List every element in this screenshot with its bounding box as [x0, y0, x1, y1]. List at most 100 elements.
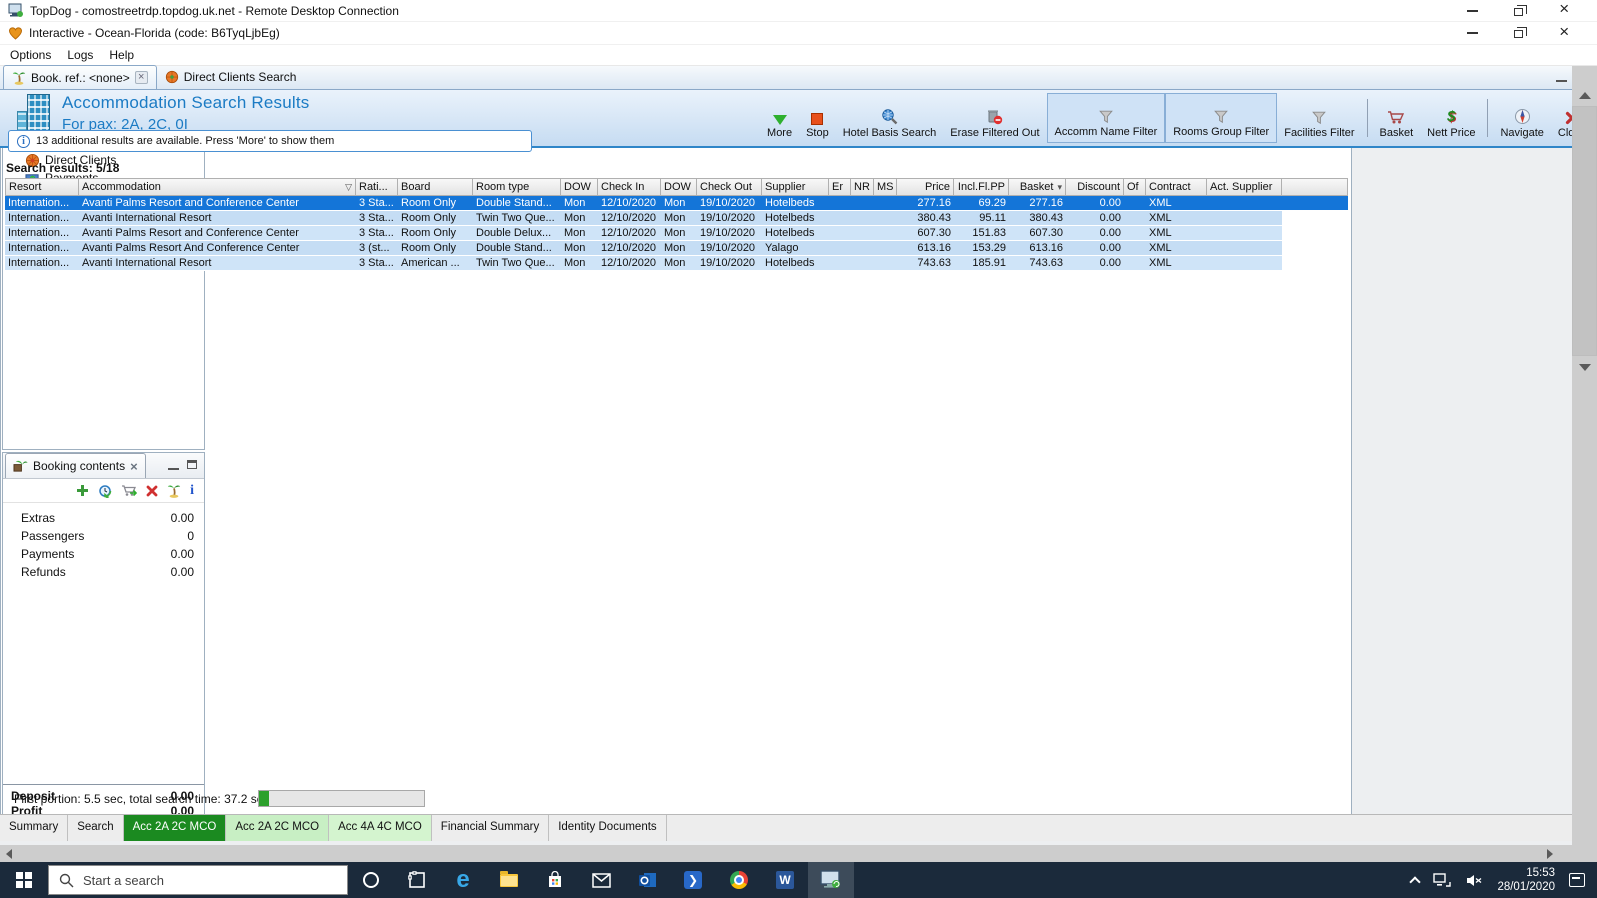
bottom-tab-acc-2a2c-mco[interactable]: Acc 2A 2C MCO	[226, 815, 330, 841]
menu-help[interactable]: Help	[109, 48, 134, 62]
nett-price-button[interactable]: Nett Price	[1420, 93, 1482, 143]
table-cell: 613.16	[1009, 241, 1066, 256]
app-close-button[interactable]	[1541, 22, 1587, 44]
column-header[interactable]: Room type	[473, 178, 561, 196]
column-header[interactable]: Supplier	[762, 178, 829, 196]
table-cell: Room Only	[398, 241, 473, 256]
bottom-tab-summary[interactable]: Summary	[0, 815, 69, 841]
cortana-icon[interactable]	[348, 862, 394, 898]
rooms-group-filter-button[interactable]: Rooms Group Filter	[1165, 93, 1278, 143]
booking-row-refunds[interactable]: Refunds 0.00	[3, 563, 204, 581]
vertical-scrollbar[interactable]	[1572, 66, 1597, 845]
table-row[interactable]: Internation... Avanti Palms Resort and Co…	[5, 226, 1348, 241]
add-icon[interactable]	[76, 484, 89, 497]
tab-close-icon[interactable]	[134, 71, 148, 84]
scroll-left-icon[interactable]	[6, 849, 12, 859]
booking-row-extras[interactable]: Extras 0.00	[3, 509, 204, 527]
app-minimize-button[interactable]	[1449, 22, 1495, 44]
palm-small-icon[interactable]	[167, 484, 181, 498]
scroll-right-icon[interactable]	[1547, 849, 1553, 859]
stop-icon	[811, 113, 824, 125]
column-header[interactable]: Resort	[5, 178, 79, 196]
table-row[interactable]: Internation... Avanti Palms Resort And Co…	[5, 241, 1348, 256]
basket-button[interactable]: Basket	[1373, 93, 1421, 143]
column-header[interactable]: Basket ▾	[1009, 178, 1066, 196]
erase-filtered-out-button[interactable]: Erase Filtered Out	[943, 93, 1046, 143]
horizontal-scrollbar[interactable]	[0, 845, 1597, 862]
column-header[interactable]: Price	[897, 178, 954, 196]
column-header[interactable]: Check Out	[697, 178, 762, 196]
accomm-name-filter-button[interactable]: Accomm Name Filter	[1046, 93, 1166, 143]
column-header[interactable]: DOW	[661, 178, 697, 196]
hotel-basis-search-button[interactable]: Hotel Basis Search	[836, 93, 944, 143]
store-icon[interactable]	[532, 862, 578, 898]
file-explorer-icon[interactable]	[486, 862, 532, 898]
bottom-tab-acc-4a4c-mco[interactable]: Acc 4A 4C MCO	[329, 815, 432, 841]
bottom-tab-financial-summary[interactable]: Financial Summary	[432, 815, 550, 841]
bottom-tab-identity-documents[interactable]: Identity Documents	[549, 815, 667, 841]
column-header[interactable]: Discount	[1066, 178, 1124, 196]
outlook-icon[interactable]	[624, 862, 670, 898]
rdp-close-button[interactable]	[1541, 0, 1587, 21]
table-row[interactable]: Internation... Avanti International Resor…	[5, 256, 1348, 271]
column-header[interactable]: NR	[851, 178, 874, 196]
taskbar-search-input[interactable]: Start a search	[48, 865, 348, 895]
table-row[interactable]: Internation... Avanti International Resor…	[5, 211, 1348, 226]
column-header[interactable]: Incl.Fl.PP	[954, 178, 1009, 196]
start-button[interactable]	[0, 862, 48, 898]
menu-options[interactable]: Options	[10, 48, 51, 62]
tray-expand-icon[interactable]	[1409, 876, 1422, 888]
column-header[interactable]: Act. Supplier	[1207, 178, 1282, 196]
more-button[interactable]: More	[760, 93, 799, 143]
panel-maximize-icon[interactable]	[187, 460, 197, 469]
filter-funnel-icon[interactable]: ▽	[343, 179, 352, 195]
tab-direct-clients-search[interactable]: Direct Clients Search	[157, 65, 305, 89]
column-header[interactable]: Accommodation ▽	[79, 178, 356, 196]
app-restore-button[interactable]	[1495, 22, 1541, 44]
bottom-tab-search[interactable]: Search	[68, 815, 124, 841]
vertical-scrollbar-thumb[interactable]	[1572, 106, 1597, 356]
action-center-icon[interactable]	[1569, 873, 1585, 887]
task-view-icon[interactable]	[394, 862, 440, 898]
delete-icon[interactable]	[146, 485, 158, 497]
column-header[interactable]: DOW	[561, 178, 598, 196]
table-row[interactable]: Internation... Avanti Palms Resort and Co…	[5, 196, 1348, 211]
chrome-icon[interactable]	[716, 862, 762, 898]
column-header[interactable]: Check In	[598, 178, 661, 196]
panel-minimize-icon[interactable]	[168, 468, 179, 471]
word-icon[interactable]: W	[762, 862, 808, 898]
booking-contents-tab[interactable]: Booking contents	[5, 453, 146, 478]
facilities-filter-button[interactable]: Facilities Filter	[1277, 93, 1361, 143]
rdp-taskbar-icon[interactable]	[808, 862, 854, 898]
navigate-button[interactable]: Navigate	[1493, 93, 1550, 143]
view-minimize-icon[interactable]	[1556, 80, 1567, 83]
rdp-restore-button[interactable]	[1495, 0, 1541, 21]
column-header[interactable]	[1282, 178, 1348, 196]
network-icon[interactable]	[1433, 872, 1452, 888]
column-header[interactable]: Rati...	[356, 178, 398, 196]
booking-row-payments[interactable]: Payments 0.00	[3, 545, 204, 563]
menu-logs[interactable]: Logs	[67, 48, 93, 62]
scroll-down-icon[interactable]	[1579, 364, 1591, 371]
cart-add-icon[interactable]	[121, 484, 138, 497]
volume-muted-icon[interactable]	[1465, 873, 1483, 888]
booking-row-passengers[interactable]: Passengers 0	[3, 527, 204, 545]
tab-book-ref[interactable]: Book. ref.: <none>	[3, 65, 157, 89]
bottom-tab-acc-2a2c-mco-active[interactable]: Acc 2A 2C MCO	[123, 815, 227, 841]
column-header[interactable]: Contract	[1146, 178, 1207, 196]
booking-contents-close-icon[interactable]	[130, 459, 138, 474]
table-cell: Avanti International Resort	[79, 256, 356, 271]
refresh-clock-icon[interactable]	[98, 484, 112, 498]
column-header[interactable]: Er	[829, 178, 851, 196]
rdp-minimize-button[interactable]	[1449, 0, 1495, 21]
edge-icon[interactable]	[440, 862, 486, 898]
info-icon[interactable]	[190, 483, 194, 499]
mail-icon[interactable]	[578, 862, 624, 898]
taskbar-clock[interactable]: 15:53 28/01/2020	[1497, 866, 1555, 894]
arrow-app-icon[interactable]: ❯	[670, 862, 716, 898]
scroll-up-icon[interactable]	[1579, 92, 1591, 99]
column-header[interactable]: MS	[874, 178, 897, 196]
column-header[interactable]: Board	[398, 178, 473, 196]
stop-button[interactable]: Stop	[799, 93, 836, 143]
column-header[interactable]: Of	[1124, 178, 1146, 196]
